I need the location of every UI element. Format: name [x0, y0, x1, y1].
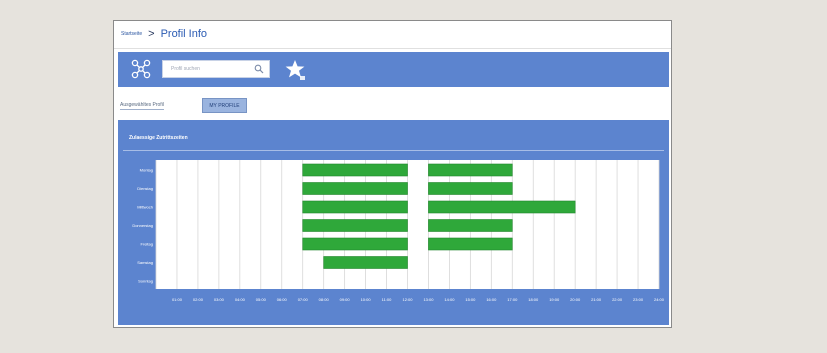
x-tick-label: 11:00 — [382, 297, 392, 302]
x-tick-label: 15:00 — [465, 297, 476, 302]
x-tick-label: 24:00 — [654, 297, 665, 302]
x-tick-label: 02:00 — [193, 297, 204, 302]
x-tick-label: 19:00 — [549, 297, 560, 302]
x-tick-label: 05:00 — [256, 297, 267, 302]
time-slot-bar[interactable] — [302, 237, 408, 251]
y-tick-label: Donnerstag — [132, 223, 153, 228]
y-tick-label: Sonntag — [138, 279, 153, 284]
x-tick-label: 16:00 — [486, 297, 497, 302]
x-tick-label: 01:00 — [172, 297, 183, 302]
x-tick-label: 08:00 — [319, 297, 330, 302]
x-tick-label: 06:00 — [277, 297, 288, 302]
access-times-panel: Zulaessige Zutrittszeiten 01:00 02:00 03:0… — [118, 120, 669, 325]
x-tick-label: 23:00 — [633, 297, 644, 302]
x-tick-label: 04:00 — [235, 297, 246, 302]
x-tick-label: 10:00 — [361, 297, 372, 302]
network-icon[interactable] — [128, 57, 154, 81]
x-tick-label: 14:00 — [444, 297, 455, 302]
y-tick-label: Mittwoch — [137, 205, 153, 210]
header-divider — [114, 48, 671, 49]
time-slot-bar[interactable] — [323, 256, 408, 269]
breadcrumb: Startseite > Profil Info — [121, 26, 207, 42]
time-slot-bar[interactable] — [428, 163, 513, 177]
time-slot-bar[interactable] — [302, 200, 408, 214]
breadcrumb-separator: > — [148, 27, 155, 40]
x-tick-label: 13:00 — [423, 297, 434, 302]
x-tick-label: 20:00 — [570, 297, 581, 302]
access-times-chart: 01:00 02:00 03:00 04:00 05:00 06:00 07:00 08:00… — [132, 160, 665, 302]
y-tick-label: Montag — [140, 168, 153, 173]
y-tick-label: Dienstag — [137, 186, 153, 191]
time-slot-bar[interactable] — [428, 182, 513, 195]
x-tick-label: 09:00 — [340, 297, 351, 302]
x-tick-label: 18:00 — [528, 297, 539, 302]
app-window: Startseite > Profil Info Profil suchen A… — [113, 20, 672, 328]
x-tick-label: 07:00 — [298, 297, 309, 302]
x-tick-label: 03:00 — [214, 297, 225, 302]
y-tick-label: Samstag — [137, 260, 153, 265]
star-icon[interactable] — [285, 58, 307, 82]
profile-selector: Ausgewähltes Profil MY PROFILE — [118, 93, 669, 121]
time-slot-bar[interactable] — [302, 182, 408, 195]
profile-search-input[interactable]: Profil suchen — [162, 60, 270, 78]
profile-dropdown-button[interactable]: MY PROFILE — [202, 98, 247, 113]
toolbar: Profil suchen — [118, 52, 669, 87]
time-slot-bar[interactable] — [428, 200, 576, 214]
time-slot-bar[interactable] — [428, 219, 513, 232]
search-icon[interactable] — [254, 64, 264, 74]
time-slot-bar[interactable] — [428, 237, 513, 251]
time-slot-bar[interactable] — [302, 219, 408, 232]
x-tick-label: 22:00 — [612, 297, 623, 302]
x-tick-label: 17:00 — [507, 297, 518, 302]
x-tick-label: 12:00 — [402, 297, 413, 302]
selected-profile-label: Ausgewähltes Profil — [120, 102, 164, 110]
y-tick-label: Freitag — [141, 242, 153, 247]
x-tick-label: 21:00 — [591, 297, 602, 302]
search-placeholder: Profil suchen — [171, 66, 200, 72]
page-title: Profil Info — [160, 28, 208, 40]
time-slot-bar[interactable] — [302, 163, 408, 177]
breadcrumb-home-link[interactable]: Startseite — [121, 31, 142, 37]
